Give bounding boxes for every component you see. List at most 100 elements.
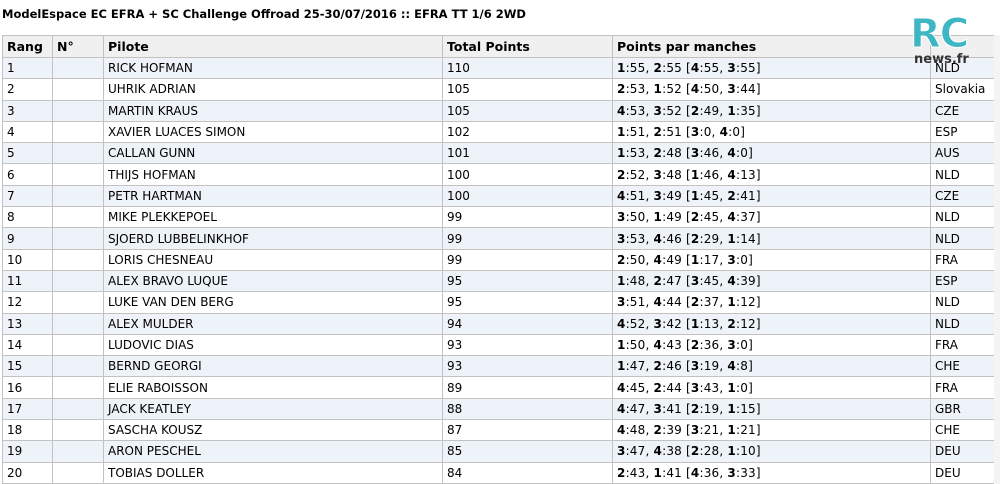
cell-rang: 18	[2, 419, 53, 442]
manche-points: :43	[699, 380, 720, 395]
table-row[interactable]: 17 JACK KEATLEY 88 4:47, 3:41 [2:19, 1:15] G…	[2, 397, 997, 421]
manche-points: :39	[735, 274, 756, 289]
page-title: ModelEspace EC EFRA + SC Challenge Offro…	[2, 7, 526, 21]
cell-num	[52, 99, 104, 122]
table-row[interactable]: 2 UHRIK ADRIAN 105 2:53, 1:52 [4:50, 3:44] S…	[2, 78, 997, 101]
col-header-manches[interactable]: Points par manches	[612, 35, 931, 58]
cell-manches: 3:51, 4:44 [2:37, 1:12]	[612, 291, 931, 314]
cell-rang: 15	[2, 355, 53, 378]
manche-points: :46	[699, 167, 720, 182]
cell-total: 95	[442, 269, 613, 293]
manche-points: :19	[699, 401, 720, 416]
table-row[interactable]: 14 LUDOVIC DIAS 93 1:50, 4:43 [2:36, 3:0] FR…	[2, 333, 997, 357]
cell-num	[52, 227, 104, 250]
cell-pilote: SJOERD LUBBELINKHOF	[103, 227, 443, 250]
manche-points: :46	[699, 146, 720, 161]
manche-position: 2	[653, 380, 663, 395]
col-header-pilote[interactable]: Pilote	[103, 35, 443, 58]
cell-rang: 5	[2, 142, 53, 165]
cell-num	[52, 56, 104, 80]
cell-rang: 3	[2, 99, 53, 122]
table-row[interactable]: 11 ALEX BRAVO LUQUE 95 1:48, 2:47 [3:45, 4:…	[2, 269, 997, 293]
manche-points: :19	[699, 359, 720, 374]
manche-points: :38	[662, 444, 682, 459]
cell-country: GBR	[930, 397, 997, 421]
cell-total: 100	[442, 184, 613, 208]
table-row[interactable]: 18 SASCHA KOUSZ 87 4:48, 2:39 [3:21, 1:21] C…	[2, 419, 997, 442]
manche-position: 4	[727, 359, 736, 374]
manche-points: :48	[625, 423, 646, 438]
manche-points: :0	[728, 125, 741, 140]
scrollbar[interactable]	[994, 35, 1000, 484]
cell-manches: 4:45, 2:44 [3:43, 1:0]	[612, 376, 931, 399]
manche-position: 4	[719, 125, 729, 140]
table-row[interactable]: 5 CALLAN GUNN 101 1:53, 2:48 [3:46, 4:0] AUS	[2, 142, 997, 165]
manche-points: :37	[699, 295, 720, 310]
cell-rang: 4	[2, 120, 53, 144]
cell-num	[52, 440, 104, 463]
table-row[interactable]: 15 BERND GEORGI 93 1:47, 2:46 [3:19, 4:8] CH…	[2, 355, 997, 378]
cell-total: 100	[442, 163, 613, 186]
table-row[interactable]: 13 ALEX MULDER 94 4:52, 3:42 [1:13, 2:12] NL…	[2, 312, 997, 335]
manche-points: :43	[625, 465, 646, 480]
manche-position: 3	[617, 295, 626, 310]
cell-manches: 3:47, 4:38 [2:28, 1:10]	[612, 440, 931, 463]
manche-points: :55	[699, 61, 720, 76]
manche-points: :0	[735, 338, 749, 352]
table-row[interactable]: 1 RICK HOFMAN 110 1:55, 2:55 [4:55, 3:55] NL…	[2, 56, 997, 80]
table-row[interactable]: 19 ARON PESCHEL 85 3:47, 4:38 [2:28, 1:10] D…	[2, 440, 997, 463]
manche-points: :49	[662, 188, 682, 203]
cell-num	[52, 184, 104, 208]
manche-position: 3	[727, 82, 736, 97]
manche-position: 1	[617, 338, 626, 352]
table-row[interactable]: 16 ELIE RABOISSON 89 4:45, 2:44 [3:43, 1:0]…	[2, 376, 997, 399]
table-row[interactable]: 8 MIKE PLEKKEPOEL 99 3:50, 1:49 [2:45, 4:37…	[2, 206, 997, 229]
manche-points: :45	[699, 210, 720, 225]
cell-total: 99	[442, 206, 613, 229]
manche-position: 2	[617, 465, 626, 480]
manche-points: :14	[735, 231, 756, 246]
manche-points: :50	[625, 210, 646, 225]
cell-manches: 4:53, 3:52 [2:49, 1:35]	[612, 99, 931, 122]
manche-position: 4	[653, 295, 663, 310]
cell-rang: 17	[2, 397, 53, 421]
manche-position: 2	[727, 188, 736, 203]
cell-pilote: CALLAN GUNN	[103, 142, 443, 165]
manche-position: 2	[653, 61, 663, 76]
table-row[interactable]: 9 SJOERD LUBBELINKHOF 99 3:53, 4:46 [2:29, …	[2, 227, 997, 250]
table-row[interactable]: 3 MARTIN KRAUS 105 4:53, 3:52 [2:49, 1:35] C…	[2, 99, 997, 122]
manche-points: :49	[662, 210, 682, 225]
cell-pilote: LUDOVIC DIAS	[103, 333, 443, 357]
cell-country: NLD	[930, 291, 997, 314]
manche-position: 1	[617, 61, 626, 76]
cell-num	[52, 355, 104, 378]
table-row[interactable]: 12 LUKE VAN DEN BERG 95 3:51, 4:44 [2:37, 1…	[2, 291, 997, 314]
table-row[interactable]: 6 THIJS HOFMAN 100 2:52, 3:48 [1:46, 4:13] N…	[2, 163, 997, 186]
col-header-rang[interactable]: Rang	[2, 35, 53, 58]
manche-points: :51	[625, 295, 646, 310]
col-header-num[interactable]: N°	[52, 35, 104, 58]
manche-position: 1	[617, 274, 626, 289]
logo-main-text: RC	[909, 11, 969, 57]
manche-points: :17	[699, 252, 720, 267]
manche-points: :55	[625, 61, 646, 76]
cell-num	[52, 419, 104, 442]
cell-total: 93	[442, 333, 613, 357]
cell-total: 84	[442, 461, 613, 484]
manche-points: :45	[699, 274, 720, 289]
col-header-total[interactable]: Total Points	[442, 35, 613, 58]
manche-points: :51	[625, 188, 646, 203]
table-row[interactable]: 20 TOBIAS DOLLER 84 2:43, 1:41 [4:36, 3:33]…	[2, 461, 997, 484]
table-row[interactable]: 4 XAVIER LUACES SIMON 102 1:51, 2:51 [3:0, …	[2, 120, 997, 144]
cell-pilote: TOBIAS DOLLER	[103, 461, 443, 484]
manche-position: 2	[617, 252, 626, 267]
table-row[interactable]: 7 PETR HARTMAN 100 4:51, 3:49 [1:45, 2:41] C…	[2, 184, 997, 208]
manche-position: 3	[653, 103, 663, 118]
cell-num	[52, 142, 104, 165]
manche-points: :52	[662, 82, 682, 97]
cell-pilote: SASCHA KOUSZ	[103, 419, 443, 442]
cell-pilote: MARTIN KRAUS	[103, 99, 443, 122]
manche-position: 2	[617, 82, 626, 97]
table-row[interactable]: 10 LORIS CHESNEAU 99 2:50, 4:49 [1:17, 3:0]…	[2, 248, 997, 271]
manche-points: :13	[699, 316, 720, 331]
